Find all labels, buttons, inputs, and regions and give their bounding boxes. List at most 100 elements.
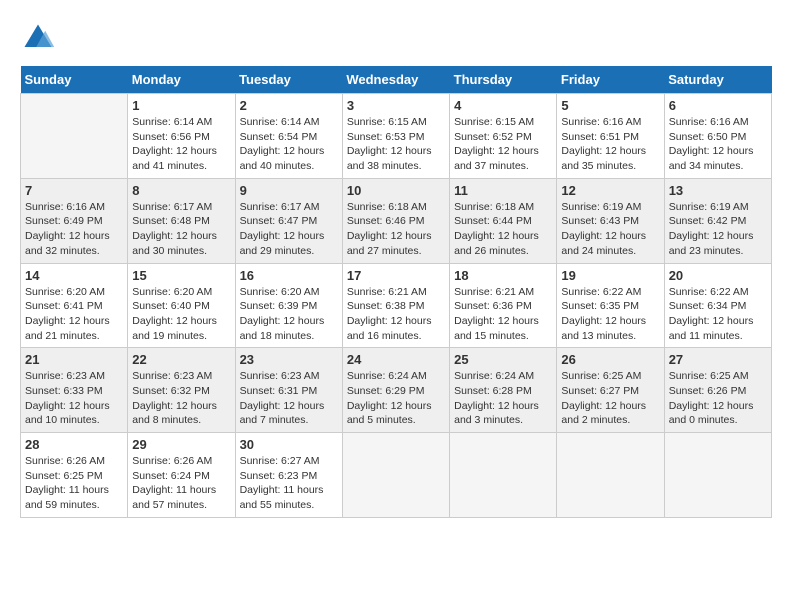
day-number: 5 — [561, 98, 659, 113]
day-number: 1 — [132, 98, 230, 113]
page-header — [20, 20, 772, 56]
calendar-cell: 22 Sunrise: 6:23 AM Sunset: 6:32 PM Dayli… — [128, 348, 235, 433]
calendar-cell: 26Sunrise: 6:25 AM Sunset: 6:27 PM Dayli… — [557, 348, 664, 433]
day-number: 2 — [240, 98, 338, 113]
calendar-cell: 19Sunrise: 6:22 AM Sunset: 6:35 PM Dayli… — [557, 263, 664, 348]
day-info: Sunrise: 6:24 AM Sunset: 6:28 PM Dayligh… — [454, 369, 552, 428]
day-number: 24 — [347, 352, 445, 367]
day-number: 4 — [454, 98, 552, 113]
day-number: 30 — [240, 437, 338, 452]
day-info: Sunrise: 6:19 AM Sunset: 6:43 PM Dayligh… — [561, 200, 659, 259]
day-info: Sunrise: 6:25 AM Sunset: 6:26 PM Dayligh… — [669, 369, 767, 428]
day-info: Sunrise: 6:14 AM Sunset: 6:54 PM Dayligh… — [240, 115, 338, 174]
day-info: Sunrise: 6:18 AM Sunset: 6:46 PM Dayligh… — [347, 200, 445, 259]
calendar-cell: 8 Sunrise: 6:17 AM Sunset: 6:48 PM Daylig… — [128, 178, 235, 263]
day-number: 22 — [132, 352, 230, 367]
calendar-cell: 6 Sunrise: 6:16 AM Sunset: 6:50 PM Daylig… — [664, 94, 771, 179]
calendar-cell: 5 Sunrise: 6:16 AM Sunset: 6:51 PM Daylig… — [557, 94, 664, 179]
calendar-cell — [21, 94, 128, 179]
day-number: 18 — [454, 268, 552, 283]
calendar-cell: 18 Sunrise: 6:21 AM Sunset: 6:36 PM Dayli… — [450, 263, 557, 348]
calendar-cell — [342, 433, 449, 518]
day-number: 12 — [561, 183, 659, 198]
calendar-week-row: 7Sunrise: 6:16 AM Sunset: 6:49 PM Daylig… — [21, 178, 772, 263]
calendar-cell: 30Sunrise: 6:27 AM Sunset: 6:23 PM Dayli… — [235, 433, 342, 518]
calendar-cell — [664, 433, 771, 518]
day-info: Sunrise: 6:16 AM Sunset: 6:51 PM Dayligh… — [561, 115, 659, 174]
day-number: 17 — [347, 268, 445, 283]
calendar-week-row: 21Sunrise: 6:23 AM Sunset: 6:33 PM Dayli… — [21, 348, 772, 433]
day-info: Sunrise: 6:26 AM Sunset: 6:25 PM Dayligh… — [25, 454, 123, 513]
calendar-cell: 1 Sunrise: 6:14 AM Sunset: 6:56 PM Daylig… — [128, 94, 235, 179]
calendar-cell: 25 Sunrise: 6:24 AM Sunset: 6:28 PM Dayli… — [450, 348, 557, 433]
day-number: 16 — [240, 268, 338, 283]
day-number: 13 — [669, 183, 767, 198]
day-info: Sunrise: 6:23 AM Sunset: 6:32 PM Dayligh… — [132, 369, 230, 428]
calendar-cell: 17 Sunrise: 6:21 AM Sunset: 6:38 PM Dayli… — [342, 263, 449, 348]
calendar-cell: 15Sunrise: 6:20 AM Sunset: 6:40 PM Dayli… — [128, 263, 235, 348]
day-info: Sunrise: 6:23 AM Sunset: 6:31 PM Dayligh… — [240, 369, 338, 428]
calendar-cell: 9 Sunrise: 6:17 AM Sunset: 6:47 PM Daylig… — [235, 178, 342, 263]
calendar-cell: 27 Sunrise: 6:25 AM Sunset: 6:26 PM Dayli… — [664, 348, 771, 433]
calendar-cell: 3 Sunrise: 6:15 AM Sunset: 6:53 PM Daylig… — [342, 94, 449, 179]
day-number: 20 — [669, 268, 767, 283]
day-number: 9 — [240, 183, 338, 198]
day-info: Sunrise: 6:15 AM Sunset: 6:52 PM Dayligh… — [454, 115, 552, 174]
weekday-header-row: SundayMondayTuesdayWednesdayThursdayFrid… — [21, 66, 772, 94]
calendar-cell: 4 Sunrise: 6:15 AM Sunset: 6:52 PM Daylig… — [450, 94, 557, 179]
day-info: Sunrise: 6:20 AM Sunset: 6:39 PM Dayligh… — [240, 285, 338, 344]
day-info: Sunrise: 6:16 AM Sunset: 6:50 PM Dayligh… — [669, 115, 767, 174]
day-number: 28 — [25, 437, 123, 452]
calendar-cell: 2 Sunrise: 6:14 AM Sunset: 6:54 PM Daylig… — [235, 94, 342, 179]
calendar-week-row: 28 Sunrise: 6:26 AM Sunset: 6:25 PM Dayli… — [21, 433, 772, 518]
calendar-cell: 16 Sunrise: 6:20 AM Sunset: 6:39 PM Dayli… — [235, 263, 342, 348]
day-number: 14 — [25, 268, 123, 283]
weekday-header: Sunday — [21, 66, 128, 94]
day-number: 27 — [669, 352, 767, 367]
day-number: 21 — [25, 352, 123, 367]
day-info: Sunrise: 6:14 AM Sunset: 6:56 PM Dayligh… — [132, 115, 230, 174]
calendar-cell: 14Sunrise: 6:20 AM Sunset: 6:41 PM Dayli… — [21, 263, 128, 348]
day-number: 29 — [132, 437, 230, 452]
calendar-cell: 12 Sunrise: 6:19 AM Sunset: 6:43 PM Dayli… — [557, 178, 664, 263]
calendar-cell: 11 Sunrise: 6:18 AM Sunset: 6:44 PM Dayli… — [450, 178, 557, 263]
calendar-cell: 29 Sunrise: 6:26 AM Sunset: 6:24 PM Dayli… — [128, 433, 235, 518]
weekday-header: Thursday — [450, 66, 557, 94]
calendar-cell: 13 Sunrise: 6:19 AM Sunset: 6:42 PM Dayli… — [664, 178, 771, 263]
day-info: Sunrise: 6:21 AM Sunset: 6:36 PM Dayligh… — [454, 285, 552, 344]
calendar-cell: 21Sunrise: 6:23 AM Sunset: 6:33 PM Dayli… — [21, 348, 128, 433]
calendar-cell: 10 Sunrise: 6:18 AM Sunset: 6:46 PM Dayli… — [342, 178, 449, 263]
day-number: 8 — [132, 183, 230, 198]
calendar-cell: 24 Sunrise: 6:24 AM Sunset: 6:29 PM Dayli… — [342, 348, 449, 433]
weekday-header: Saturday — [664, 66, 771, 94]
day-number: 26 — [561, 352, 659, 367]
day-number: 6 — [669, 98, 767, 113]
day-info: Sunrise: 6:17 AM Sunset: 6:47 PM Dayligh… — [240, 200, 338, 259]
day-number: 23 — [240, 352, 338, 367]
day-info: Sunrise: 6:26 AM Sunset: 6:24 PM Dayligh… — [132, 454, 230, 513]
weekday-header: Tuesday — [235, 66, 342, 94]
day-info: Sunrise: 6:17 AM Sunset: 6:48 PM Dayligh… — [132, 200, 230, 259]
day-info: Sunrise: 6:22 AM Sunset: 6:35 PM Dayligh… — [561, 285, 659, 344]
calendar-cell: 28 Sunrise: 6:26 AM Sunset: 6:25 PM Dayli… — [21, 433, 128, 518]
day-info: Sunrise: 6:19 AM Sunset: 6:42 PM Dayligh… — [669, 200, 767, 259]
day-info: Sunrise: 6:18 AM Sunset: 6:44 PM Dayligh… — [454, 200, 552, 259]
day-number: 10 — [347, 183, 445, 198]
day-info: Sunrise: 6:16 AM Sunset: 6:49 PM Dayligh… — [25, 200, 123, 259]
day-number: 11 — [454, 183, 552, 198]
day-info: Sunrise: 6:22 AM Sunset: 6:34 PM Dayligh… — [669, 285, 767, 344]
day-info: Sunrise: 6:15 AM Sunset: 6:53 PM Dayligh… — [347, 115, 445, 174]
calendar: SundayMondayTuesdayWednesdayThursdayFrid… — [20, 66, 772, 518]
calendar-cell — [450, 433, 557, 518]
day-number: 3 — [347, 98, 445, 113]
calendar-cell: 7Sunrise: 6:16 AM Sunset: 6:49 PM Daylig… — [21, 178, 128, 263]
day-info: Sunrise: 6:21 AM Sunset: 6:38 PM Dayligh… — [347, 285, 445, 344]
day-number: 25 — [454, 352, 552, 367]
calendar-cell — [557, 433, 664, 518]
calendar-cell: 20 Sunrise: 6:22 AM Sunset: 6:34 PM Dayli… — [664, 263, 771, 348]
logo — [20, 20, 60, 56]
weekday-header: Friday — [557, 66, 664, 94]
calendar-cell: 23 Sunrise: 6:23 AM Sunset: 6:31 PM Dayli… — [235, 348, 342, 433]
day-info: Sunrise: 6:24 AM Sunset: 6:29 PM Dayligh… — [347, 369, 445, 428]
logo-icon — [20, 20, 56, 56]
